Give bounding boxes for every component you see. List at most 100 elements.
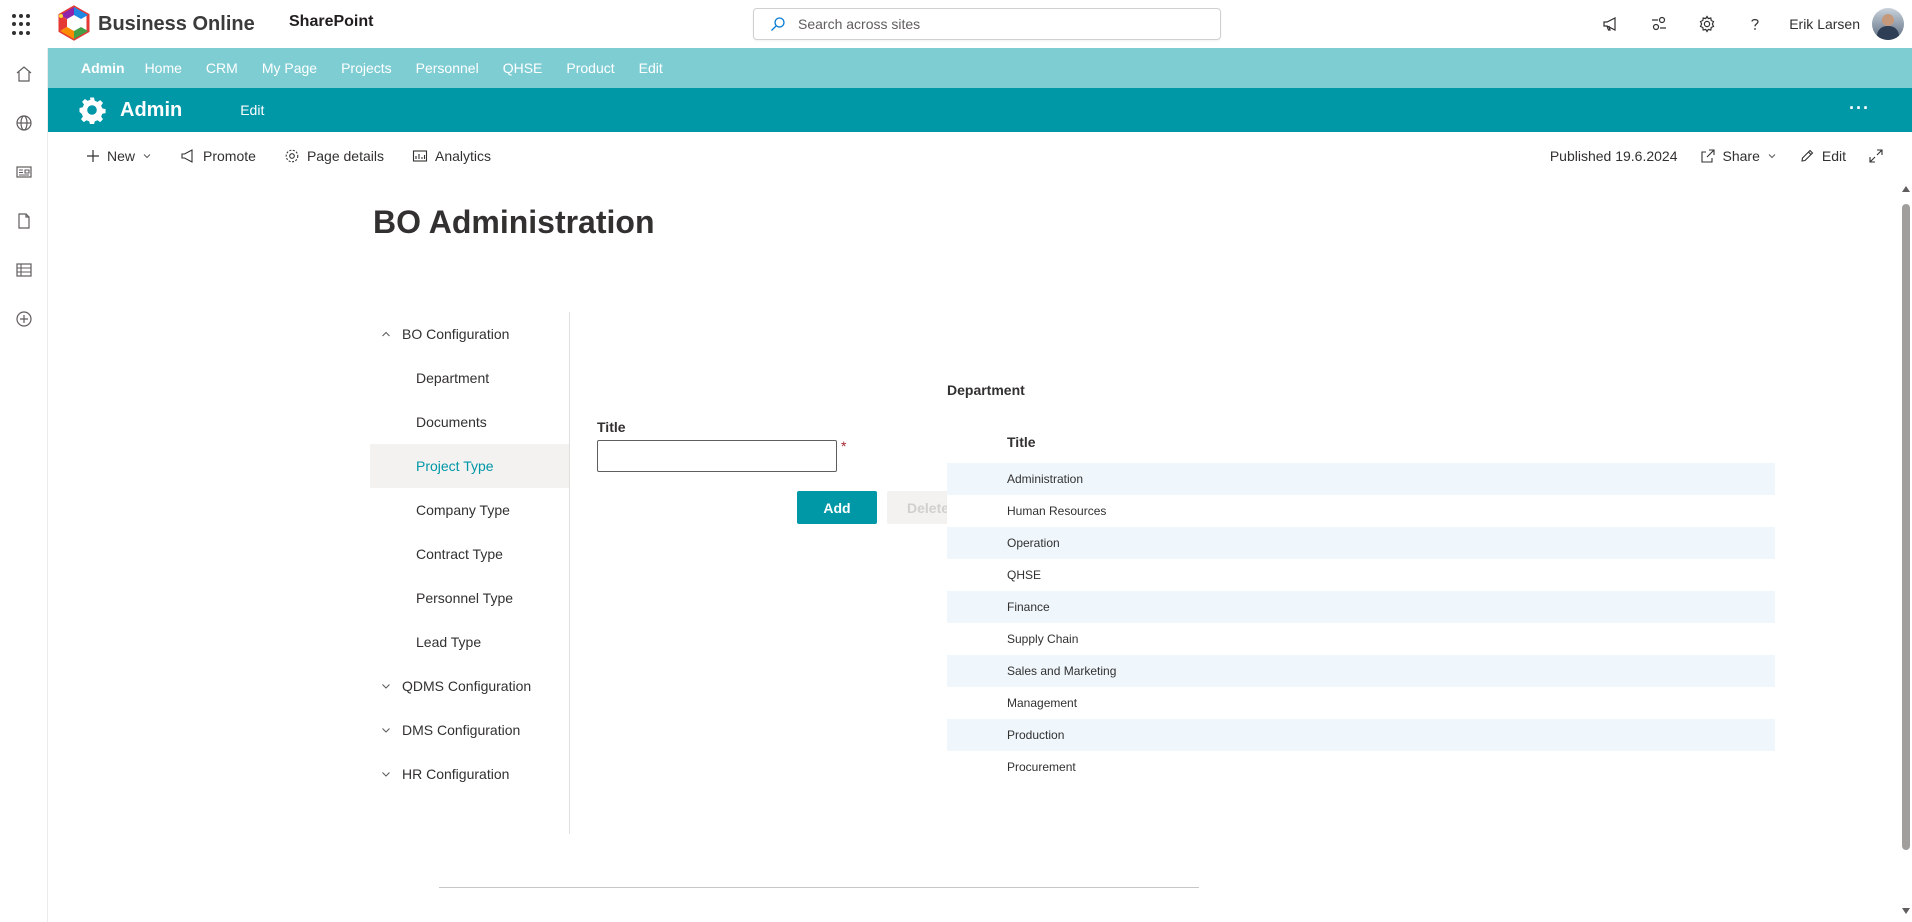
hub-link-projects[interactable]: Projects	[341, 60, 392, 76]
share-button[interactable]: Share	[1692, 138, 1785, 174]
nav-item-documents[interactable]: Documents	[370, 400, 569, 444]
nav-group-qdms-configuration[interactable]: QDMS Configuration	[370, 664, 569, 708]
nav-group-label: QDMS Configuration	[402, 678, 532, 694]
nav-group-hr-configuration[interactable]: HR Configuration	[370, 752, 569, 796]
site-edit-link[interactable]: Edit	[240, 102, 264, 118]
hub-link-home[interactable]: Home	[145, 60, 182, 76]
nav-group-dms-configuration[interactable]: DMS Configuration	[370, 708, 569, 752]
nav-group-label: DMS Configuration	[402, 722, 521, 738]
nav-item-lead-type[interactable]: Lead Type	[370, 620, 569, 664]
add-button[interactable]: Add	[797, 491, 877, 524]
megaphone-icon	[181, 149, 193, 163]
brand-logo[interactable]: Business Online	[54, 4, 255, 44]
help-icon[interactable]	[1731, 0, 1779, 48]
expand-icon[interactable]	[1860, 138, 1892, 174]
site-gear-icon	[79, 97, 106, 124]
search-placeholder: Search across sites	[798, 16, 921, 32]
user-avatar[interactable]	[1872, 8, 1904, 40]
hub-link-my-page[interactable]: My Page	[262, 60, 317, 76]
hub-link-edit[interactable]: Edit	[639, 60, 663, 76]
list-row[interactable]: Finance	[947, 591, 1775, 623]
pencil-icon	[1801, 149, 1814, 162]
search-box[interactable]: Search across sites	[753, 8, 1221, 40]
chevron-down-icon	[382, 772, 390, 777]
scroll-up-arrow-icon[interactable]	[1902, 186, 1910, 192]
site-title[interactable]: Admin	[120, 99, 182, 122]
promote-button[interactable]: Promote	[172, 138, 264, 174]
required-indicator: *	[841, 438, 847, 454]
nav-group-bo-configuration[interactable]: BO Configuration	[370, 312, 569, 356]
edit-button[interactable]: Edit	[1791, 138, 1854, 174]
list-row[interactable]: QHSE	[947, 559, 1775, 591]
list-row[interactable]: Sales and Marketing	[947, 655, 1775, 687]
list-row[interactable]: Production	[947, 719, 1775, 751]
list-heading: Department	[947, 382, 1025, 398]
hub-link-personnel[interactable]: Personnel	[416, 60, 479, 76]
section-divider	[439, 887, 1199, 888]
list-rows: Administration Human Resources Operation…	[947, 463, 1775, 783]
hub-link-crm[interactable]: CRM	[206, 60, 238, 76]
nav-item-department[interactable]: Department	[370, 356, 569, 400]
nav-group-label: HR Configuration	[402, 766, 510, 782]
business-online-logo-icon	[58, 5, 90, 41]
nav-item-company-type[interactable]: Company Type	[370, 488, 569, 532]
new-button[interactable]: New	[78, 138, 160, 174]
title-input[interactable]	[597, 440, 837, 472]
search-icon	[771, 17, 785, 31]
list-row[interactable]: Administration	[947, 463, 1775, 495]
analytics-button[interactable]: Analytics	[404, 138, 499, 174]
scroll-down-arrow-icon[interactable]	[1902, 908, 1910, 914]
suite-actions: Erik Larsen	[1587, 0, 1912, 48]
hub-navigation: Admin Home CRM My Page Projects Personne…	[48, 48, 1912, 88]
home-icon[interactable]	[0, 49, 48, 98]
app-bar	[0, 48, 48, 922]
page-title: BO Administration	[373, 204, 655, 240]
list-icon[interactable]	[0, 245, 48, 294]
list-row[interactable]: Management	[947, 687, 1775, 719]
app-name[interactable]: SharePoint	[289, 13, 373, 31]
command-bar: New Promote Page details Analytics Publi…	[48, 132, 1912, 180]
plus-icon	[87, 150, 99, 162]
hub-site-link[interactable]: Admin	[81, 60, 125, 76]
delete-button[interactable]: Delete	[887, 491, 947, 524]
add-circle-icon[interactable]	[0, 294, 48, 343]
app-launcher-icon[interactable]	[12, 14, 34, 36]
user-name[interactable]: Erik Larsen	[1789, 16, 1860, 32]
department-list: Title Administration Human Resources Ope…	[947, 421, 1775, 783]
news-icon[interactable]	[0, 147, 48, 196]
analytics-label: Analytics	[435, 148, 492, 164]
chevron-down-icon	[382, 728, 390, 733]
more-options-icon[interactable]: ···	[1849, 98, 1870, 119]
list-row[interactable]: Supply Chain	[947, 623, 1775, 655]
list-row[interactable]: Procurement	[947, 751, 1775, 783]
column-header-title[interactable]: Title	[947, 421, 1775, 463]
chevron-down-icon	[1768, 154, 1776, 159]
nav-item-personnel-type[interactable]: Personnel Type	[370, 576, 569, 620]
new-label: New	[107, 148, 136, 164]
people-connect-icon[interactable]	[1635, 0, 1683, 48]
hub-link-product[interactable]: Product	[566, 60, 614, 76]
promote-label: Promote	[203, 148, 256, 164]
hub-link-qhse[interactable]: QHSE	[503, 60, 543, 76]
page-details-button[interactable]: Page details	[276, 138, 392, 174]
settings-icon[interactable]	[1683, 0, 1731, 48]
scroll-thumb[interactable]	[1902, 204, 1910, 850]
published-status: Published 19.6.2024	[1549, 148, 1678, 164]
share-icon	[1700, 149, 1715, 163]
brand-name: Business Online	[98, 12, 255, 35]
share-label: Share	[1722, 148, 1760, 164]
nav-group-label: BO Configuration	[402, 326, 510, 342]
page-scrollbar[interactable]	[1900, 186, 1912, 922]
gear-icon	[285, 149, 299, 163]
nav-item-contract-type[interactable]: Contract Type	[370, 532, 569, 576]
config-side-nav: BO Configuration Department Documents Pr…	[370, 312, 570, 834]
chevron-up-icon	[382, 331, 390, 337]
document-icon[interactable]	[0, 196, 48, 245]
megaphone-icon[interactable]	[1587, 0, 1635, 48]
list-row[interactable]: Human Resources	[947, 495, 1775, 527]
globe-icon[interactable]	[0, 98, 48, 147]
suite-bar: Business Online SharePoint Search across…	[0, 0, 1912, 48]
list-row[interactable]: Operation	[947, 527, 1775, 559]
chevron-down-icon	[382, 684, 390, 689]
nav-item-project-type[interactable]: Project Type	[370, 444, 569, 488]
